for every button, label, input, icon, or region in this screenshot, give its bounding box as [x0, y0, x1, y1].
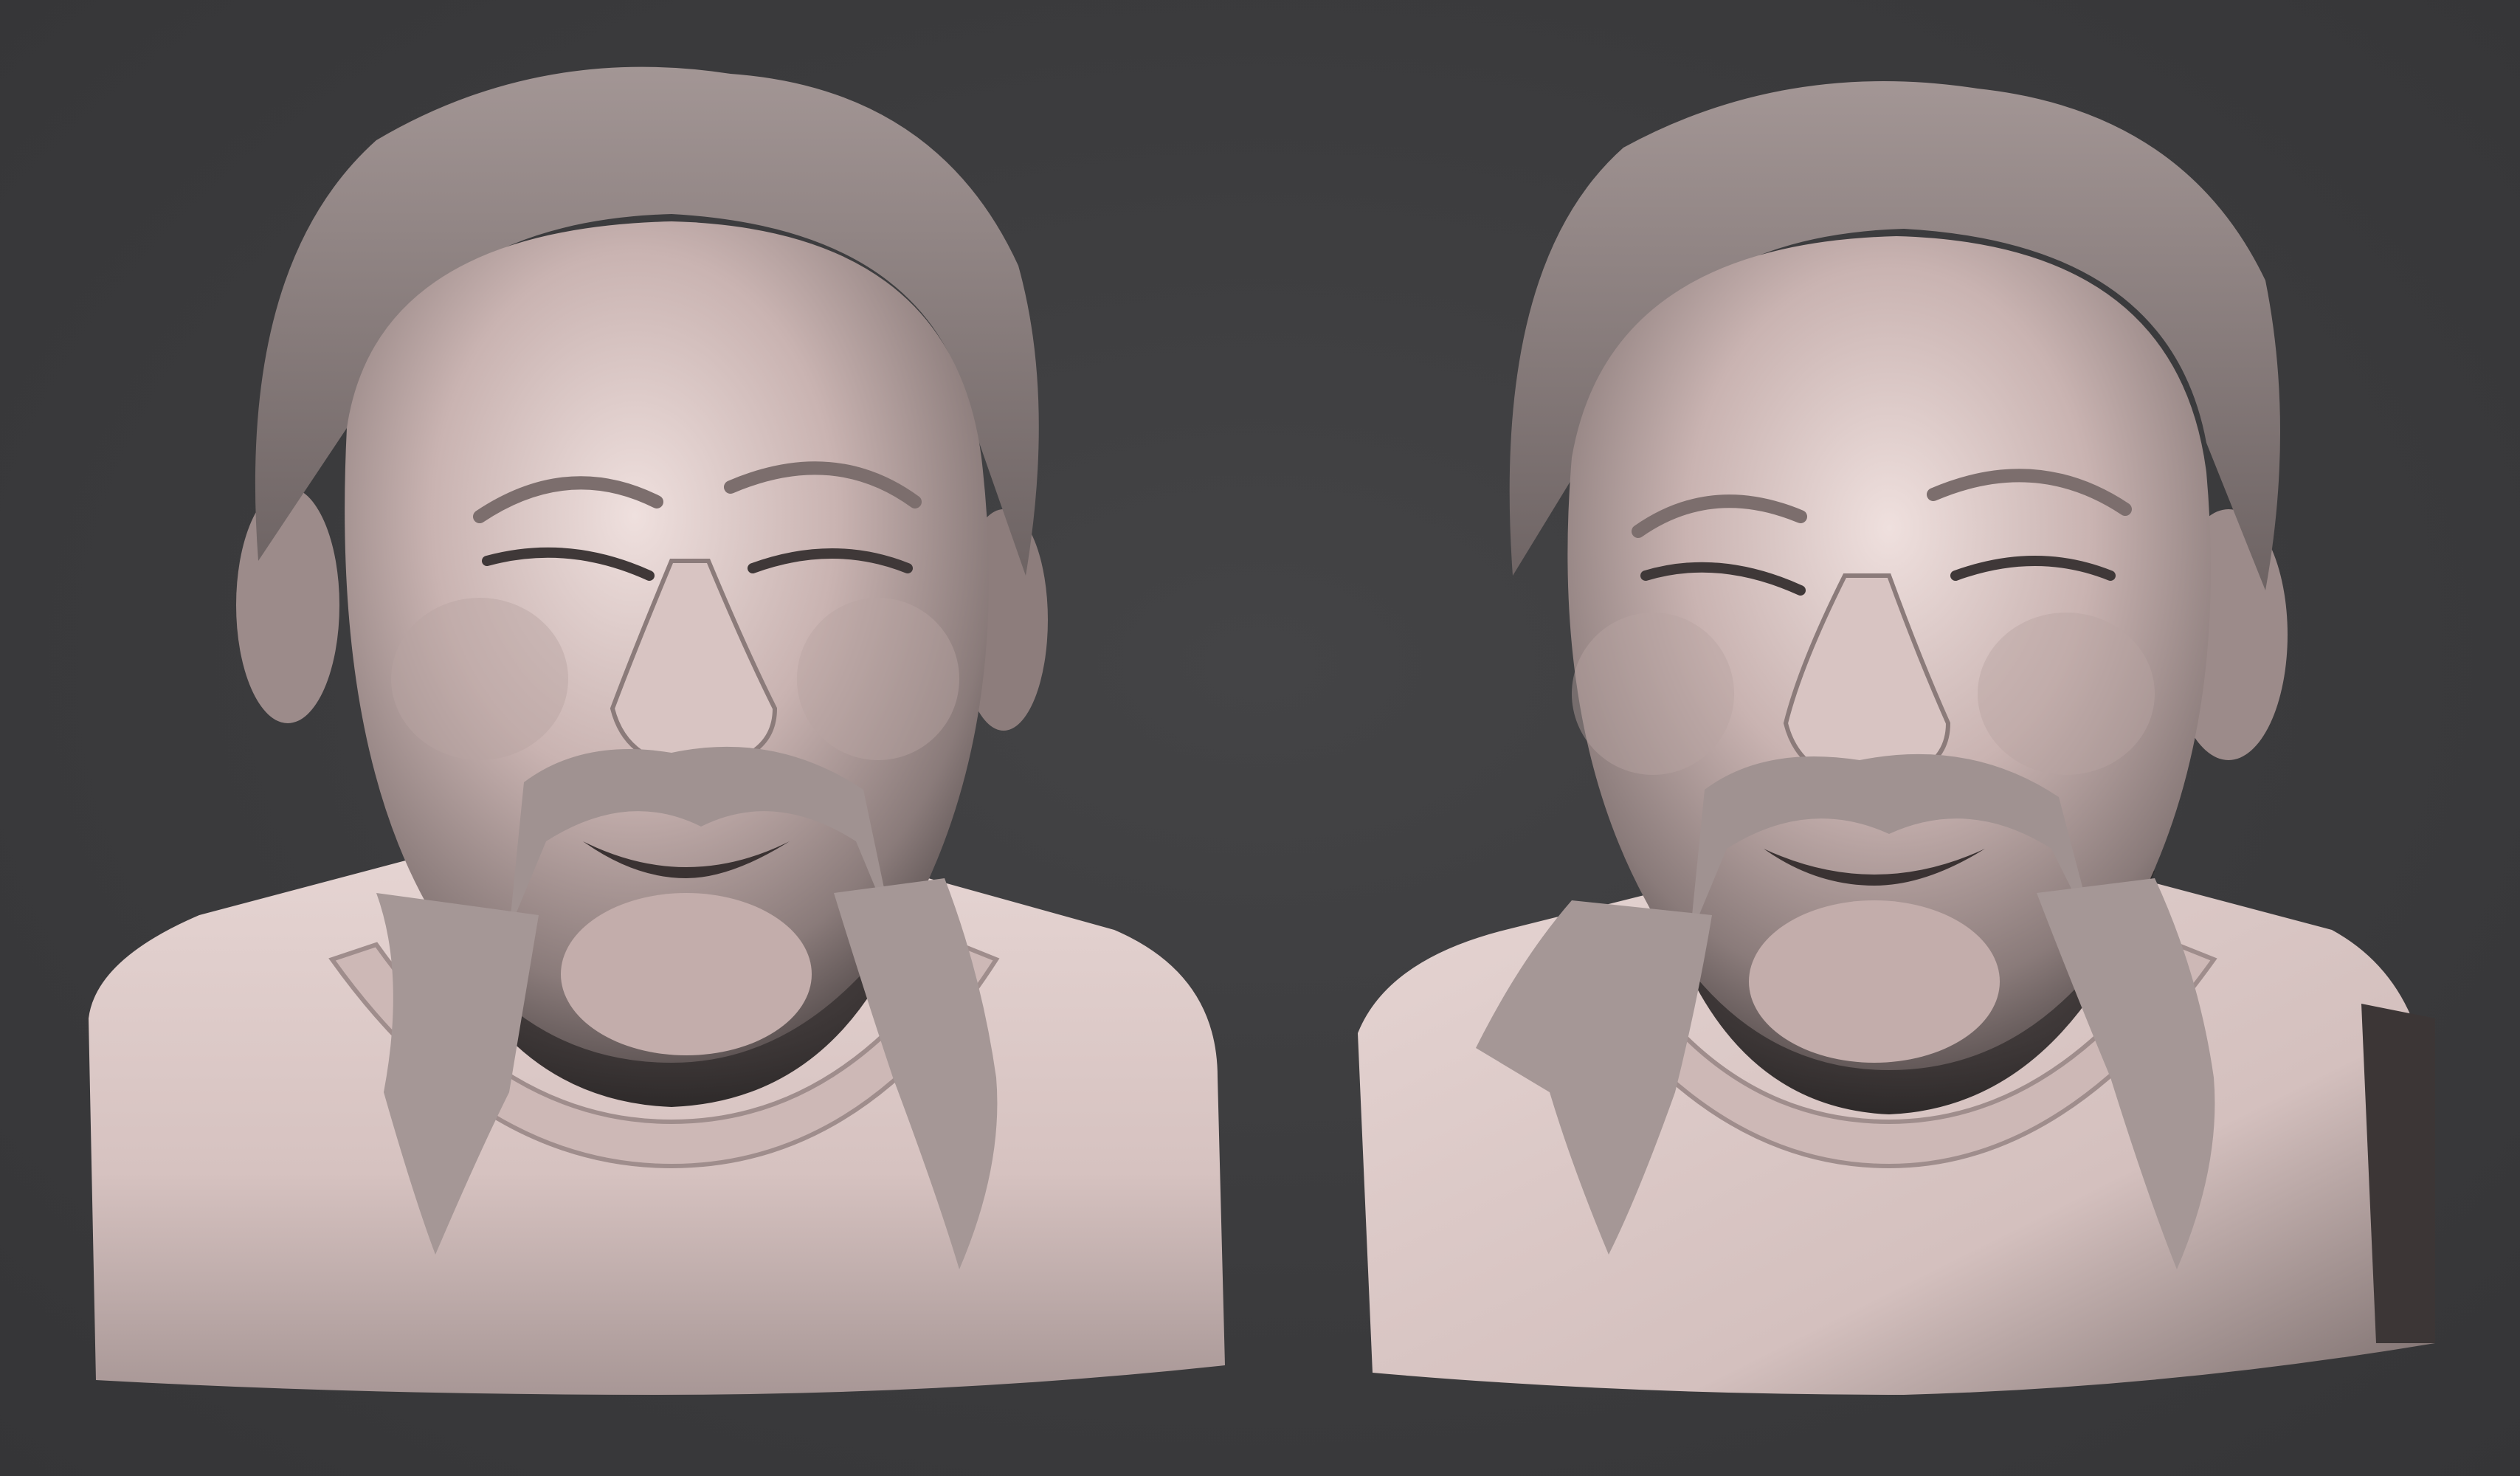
bust-three-quarter-render [1358, 81, 2435, 1395]
chin [561, 893, 812, 1055]
bust-front-render [89, 66, 1225, 1395]
bust-front-view [66, 44, 1262, 1432]
chin [1749, 900, 2000, 1063]
ear-left [236, 487, 339, 723]
bust-three-quarter-view [1328, 44, 2479, 1432]
render-viewport [0, 0, 2520, 1476]
